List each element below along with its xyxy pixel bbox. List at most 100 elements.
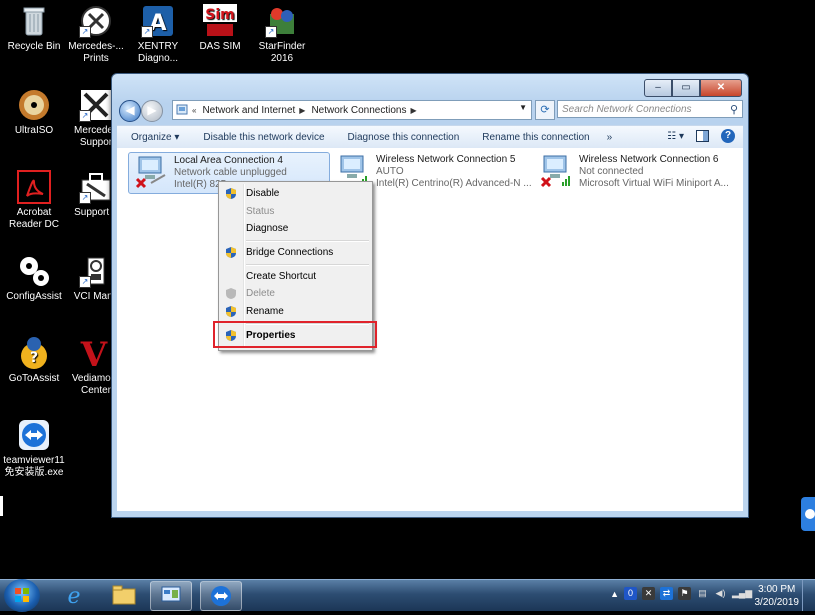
tray-flag-icon[interactable]: ⚑ xyxy=(678,587,691,600)
menu-separator xyxy=(246,240,369,242)
search-placeholder: Search Network Connections xyxy=(562,104,692,115)
gears-icon xyxy=(17,254,51,288)
preview-pane-icon[interactable] xyxy=(696,130,709,142)
desktop-icon-teamviewer[interactable]: teamviewer11 免安装版.exe xyxy=(2,418,66,479)
disable-device-button[interactable]: Disable this network device xyxy=(203,132,324,143)
connection-name: Local Area Connection 4 xyxy=(174,155,283,166)
desktop-icon-starfinder[interactable]: ↗ StarFinder 2016 xyxy=(250,4,314,65)
connection-status: AUTO xyxy=(376,166,404,177)
maximize-button[interactable]: ▭ xyxy=(672,79,700,97)
svg-text:V: V xyxy=(80,336,108,370)
tools-icon: ↗ xyxy=(79,88,113,122)
svg-text:e: e xyxy=(67,584,80,609)
desktop-icon-xentry[interactable]: A ↗ XENTRY Diagno... xyxy=(126,4,190,65)
menu-item-create-shortcut[interactable]: Create Shortcut xyxy=(221,268,370,285)
desktop-icon-label: StarFinder 2016 xyxy=(258,41,306,64)
show-desktop-button[interactable] xyxy=(802,580,815,611)
search-icon[interactable]: ⚲ xyxy=(730,101,738,119)
desktop-icon-das-sim[interactable]: Sim DAS SIM xyxy=(188,4,252,53)
toolbox-icon: ↗ xyxy=(79,170,113,204)
desktop-icon-configassist[interactable]: ConfigAssist xyxy=(2,254,66,303)
change-view-icon[interactable]: ☷ ▾ xyxy=(667,131,684,142)
clock-date: 3/20/2019 xyxy=(754,597,800,608)
organize-menu[interactable]: Organize ▾ xyxy=(131,132,179,143)
taskbar-file-explorer[interactable] xyxy=(104,581,144,609)
refresh-button[interactable]: ⟳ xyxy=(535,100,555,120)
forward-button[interactable]: ▶ xyxy=(141,100,163,122)
desktop-icon-label: Recycle Bin xyxy=(7,41,61,52)
tray-tool-icon[interactable]: ✕ xyxy=(642,587,655,600)
menu-item-label: Create Shortcut xyxy=(246,271,317,282)
clock[interactable]: 3:00 PM 3/20/2019 xyxy=(755,583,800,609)
tray-volume-icon[interactable]: ◀) xyxy=(714,587,727,600)
wired-network-disconnected-icon xyxy=(135,155,169,189)
vci-manager-icon: ↗ xyxy=(79,254,113,288)
more-commands-button[interactable]: » xyxy=(607,132,613,143)
connection-name: Wireless Network Connection 6 xyxy=(579,154,719,165)
clock-time: 3:00 PM xyxy=(758,584,796,595)
desktop-icon-ultraiso[interactable]: UltraISO xyxy=(2,88,66,137)
connection-device: Intel(R) Centrino(R) Advanced-N ... xyxy=(376,178,531,189)
search-input[interactable]: Search Network Connections ⚲ xyxy=(557,100,743,118)
tray-network-warning-icon[interactable]: ▤ xyxy=(696,587,709,600)
menu-item-bridge-connections[interactable]: Bridge Connections xyxy=(221,244,370,261)
start-button[interactable] xyxy=(4,579,40,612)
address-dropdown-icon[interactable]: ▼ xyxy=(519,103,527,112)
minimize-button[interactable]: – xyxy=(644,79,672,97)
menu-item-diagnose[interactable]: Diagnose xyxy=(221,220,370,237)
shortcut-arrow-icon: ↗ xyxy=(79,26,91,38)
breadcrumb-separator-icon[interactable]: ▶ xyxy=(410,106,416,115)
shortcut-arrow-icon: ↗ xyxy=(141,26,153,38)
das-sim-icon: Sim xyxy=(203,4,237,38)
taskbar-network-connections[interactable] xyxy=(150,581,192,611)
shortcut-arrow-icon: ↗ xyxy=(79,276,91,288)
svg-text:Sim: Sim xyxy=(205,7,234,23)
desktop-icon-recycle-bin[interactable]: Recycle Bin xyxy=(2,4,66,53)
tray-wifi-icon[interactable]: ▂▄▆ xyxy=(732,587,752,600)
menu-separator xyxy=(246,264,369,266)
menu-item-label: Delete xyxy=(246,288,275,299)
help-icon[interactable]: ? xyxy=(721,129,735,143)
back-button[interactable]: ◀ xyxy=(119,100,141,122)
acrobat-icon xyxy=(17,170,51,204)
close-button[interactable]: ✕ xyxy=(700,79,742,97)
vediamo-icon: V xyxy=(79,335,113,375)
connections-list: Local Area Connection 4 Network cable un… xyxy=(117,148,743,511)
tray-teamviewer-icon[interactable]: ⇄ xyxy=(660,587,673,600)
diagnose-connection-button[interactable]: Diagnose this connection xyxy=(348,132,460,143)
connection-device: Microsoft Virtual WiFi Miniport A... xyxy=(579,178,729,189)
breadcrumb-network-and-internet[interactable]: Network and Internet xyxy=(202,105,295,116)
teamviewer-icon xyxy=(17,418,51,452)
teamviewer-side-panel-icon[interactable] xyxy=(801,497,815,531)
desktop-icon-mercedes-prints[interactable]: ↗ Mercedes-... Prints xyxy=(64,4,128,65)
taskbar-internet-explorer[interactable]: e xyxy=(54,581,94,609)
window-controls: – ▭ ✕ xyxy=(644,79,742,97)
menu-item-disable[interactable]: Disable xyxy=(221,185,370,202)
desktop-icon-acrobat[interactable]: Acrobat Reader DC xyxy=(2,170,66,231)
desktop-icon-gotoassist[interactable]: ? GoToAssist xyxy=(2,336,66,385)
breadcrumb-separator-icon[interactable]: ▶ xyxy=(299,106,305,115)
address-bar[interactable]: « Network and Internet ▶ Network Connect… xyxy=(172,100,532,120)
navigation-bar: ◀ ▶ « Network and Internet ▶ Network Con… xyxy=(117,98,743,122)
breadcrumb-network-connections[interactable]: Network Connections xyxy=(311,105,406,116)
internet-explorer-icon: e xyxy=(67,584,80,609)
taskbar-teamviewer[interactable] xyxy=(200,581,242,611)
recycle-bin-icon xyxy=(17,4,51,38)
menu-item-label: Rename xyxy=(246,306,284,317)
menu-item-rename[interactable]: Rename xyxy=(221,303,370,320)
wireless-network-disconnected-icon xyxy=(540,154,574,188)
menu-item-label: Diagnose xyxy=(246,223,289,234)
tray-blue-app-icon[interactable]: 0 xyxy=(624,587,637,600)
rename-connection-button[interactable]: Rename this connection xyxy=(482,132,589,143)
command-bar: Organize ▾ Disable this network device D… xyxy=(117,125,743,149)
connection-status: Network cable unplugged xyxy=(174,167,287,178)
folder-icon xyxy=(176,103,188,118)
show-hidden-icons-button[interactable]: ▲ xyxy=(610,589,619,599)
connection-item-wireless-6[interactable]: Wireless Network Connection 6 Not connec… xyxy=(534,152,734,192)
teamviewer-icon xyxy=(211,586,231,606)
connection-name: Wireless Network Connection 5 xyxy=(376,154,516,165)
menu-item-label: Bridge Connections xyxy=(246,247,334,258)
control-panel-icon xyxy=(161,586,181,602)
desktop-icon-label: Acrobat Reader DC xyxy=(8,207,60,230)
breadcrumb-prefix[interactable]: « xyxy=(192,106,196,115)
